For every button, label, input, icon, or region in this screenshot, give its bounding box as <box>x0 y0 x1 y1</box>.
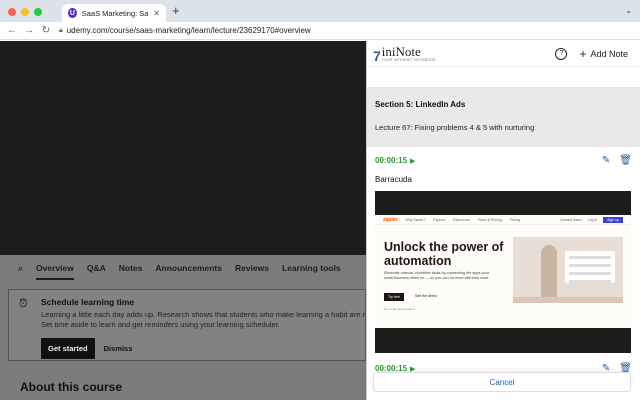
zapier-nav: zapier Why Zapier? Explore Resources Pla… <box>375 215 631 225</box>
note-actions: ✎ 🗑︎ <box>602 155 632 166</box>
zapier-nav-item: Resources <box>453 217 470 222</box>
window-controls <box>8 8 42 16</box>
notice-title: Schedule learning time <box>41 297 135 307</box>
logo-text: iniNote YOUR INTERNET NOTEBOOK <box>382 45 436 63</box>
zapier-demo-link: See the demo <box>415 294 437 298</box>
zapier-nav-item: Plans & Pricing <box>477 217 502 222</box>
note-item: 00:00:15 ▶ ✎ 🗑︎ Barracuda zapier Why Zap… <box>367 147 640 353</box>
zapier-signup: Sign up <box>603 216 623 223</box>
help-icon[interactable]: ? <box>555 47 568 60</box>
zapier-fineprint: No credit card required <box>384 307 415 311</box>
logo-tagline: YOUR INTERNET NOTEBOOK <box>381 57 436 62</box>
zapier-nav-item: Explore <box>433 217 446 222</box>
browser-toolbar: ← → ↻ 🔒︎ udemy.com/course/saas-marketing… <box>0 22 640 40</box>
udemy-favicon-icon: U <box>68 8 77 18</box>
cancel-button[interactable]: Cancel <box>373 372 631 392</box>
tab-learning-tools[interactable]: Learning tools <box>282 263 341 273</box>
search-icon[interactable]: ⌕ <box>18 263 23 274</box>
presenter-image <box>541 245 557 299</box>
zapier-subtext: Eliminate manual, repetitive tasks by co… <box>384 271 490 280</box>
tab-qa[interactable]: Q&A <box>87 263 106 273</box>
course-details-overlay: ⌕ Overview Q&A Notes Announcements Revie… <box>0 255 366 400</box>
note-item: 00:00:15 ▶ ✎ 🗑︎ <box>367 353 640 374</box>
notice-body-line-2: Set time aside to learn and get reminder… <box>41 320 280 329</box>
tab-search-chevron-icon[interactable]: ⌄ <box>625 6 632 15</box>
edit-icon[interactable]: ✎ <box>602 155 610 166</box>
zapier-nav-item: Contact Sales <box>559 217 582 222</box>
page-content: ⌕ Overview Q&A Notes Announcements Revie… <box>0 41 640 400</box>
note-timestamp[interactable]: 00:00:15 <box>375 156 407 165</box>
tab-announcements[interactable]: Announcements <box>155 263 222 273</box>
tab-overview[interactable]: Overview <box>36 263 74 280</box>
schedule-notice: ⏰︎ Schedule learning time Learning a lit… <box>8 289 366 361</box>
notice-actions: Get started Dismiss <box>41 338 365 359</box>
video-controls <box>513 297 623 303</box>
tab-close-icon[interactable]: ✕ <box>153 9 160 18</box>
note-text: Barracuda <box>375 175 412 184</box>
course-tabs: ⌕ Overview Q&A Notes Announcements Revie… <box>0 255 366 281</box>
browser-tab[interactable]: U SaaS Marketing: SaaS Startup ✕ <box>62 4 166 22</box>
zapier-hero-video <box>513 237 623 303</box>
zapier-nav-right: Contact Sales Log in Sign up <box>559 216 623 223</box>
alarm-clock-icon: ⏰︎ <box>19 298 28 310</box>
ininote-panel: 7 iniNote YOUR INTERNET NOTEBOOK ? + Add… <box>366 41 640 400</box>
zapier-nav-item: Pricing <box>509 217 521 222</box>
forward-arrow-icon[interactable]: → <box>24 25 34 36</box>
zapier-page: zapier Why Zapier? Explore Resources Pla… <box>375 215 631 328</box>
reload-icon[interactable]: ↻ <box>41 25 51 36</box>
zapier-nav-item: Log in <box>587 217 598 222</box>
trash-icon[interactable]: 🗑︎ <box>619 155 632 166</box>
dismiss-button[interactable]: Dismiss <box>104 344 133 353</box>
url-text: udemy.com/course/saas-marketing/learn/le… <box>66 26 311 35</box>
zapier-try-button: Try free <box>384 293 404 301</box>
browser-tab-strip: U SaaS Marketing: SaaS Startup ✕ + ⌄ <box>0 0 640 22</box>
panel-header: 7 iniNote YOUR INTERNET NOTEBOOK ? + Add… <box>367 41 640 67</box>
zapier-logo: zapier <box>383 216 398 223</box>
section-title: Section 5: LinkedIn Ads <box>375 100 466 109</box>
ininote-logo: 7 iniNote YOUR INTERNET NOTEBOOK <box>373 45 436 63</box>
maximize-window-button[interactable] <box>34 8 42 16</box>
tab-reviews[interactable]: Reviews <box>235 263 269 273</box>
address-bar[interactable]: 🔒︎ udemy.com/course/saas-marketing/learn… <box>59 26 311 35</box>
get-started-button[interactable]: Get started <box>41 338 95 359</box>
back-arrow-icon[interactable]: ← <box>7 25 17 36</box>
note-header: 00:00:15 ▶ ✎ 🗑︎ <box>375 155 632 166</box>
play-icon[interactable]: ▶ <box>410 157 415 165</box>
close-window-button[interactable] <box>8 8 16 16</box>
add-note-label: Add Note <box>590 48 628 59</box>
plus-icon: + <box>579 46 587 61</box>
tab-notes[interactable]: Notes <box>119 263 143 273</box>
lecture-info: Section 5: LinkedIn Ads Lecture 67: Fixi… <box>367 87 640 147</box>
lock-icon: 🔒︎ <box>59 26 63 34</box>
minimize-window-button[interactable] <box>21 8 29 16</box>
logo-name: iniNote <box>381 43 421 59</box>
new-tab-button[interactable]: + <box>172 4 180 18</box>
about-heading: About this course <box>20 380 123 394</box>
tab-title: SaaS Marketing: SaaS Startup <box>81 8 149 18</box>
note-screenshot: zapier Why Zapier? Explore Resources Pla… <box>375 191 631 353</box>
zapier-headline: Unlock the power of automation <box>384 240 504 268</box>
workflow-card <box>565 251 615 283</box>
video-player[interactable] <box>0 41 366 255</box>
zapier-nav-item: Why Zapier? <box>405 217 426 222</box>
lecture-title: Lecture 67: Fixing problems 4 & 5 with n… <box>375 123 535 132</box>
logo-mark: 7 <box>373 47 381 64</box>
add-note-button[interactable]: + Add Note <box>579 46 628 61</box>
notice-body-line-1: Learning a little each day adds up. Rese… <box>41 310 365 319</box>
